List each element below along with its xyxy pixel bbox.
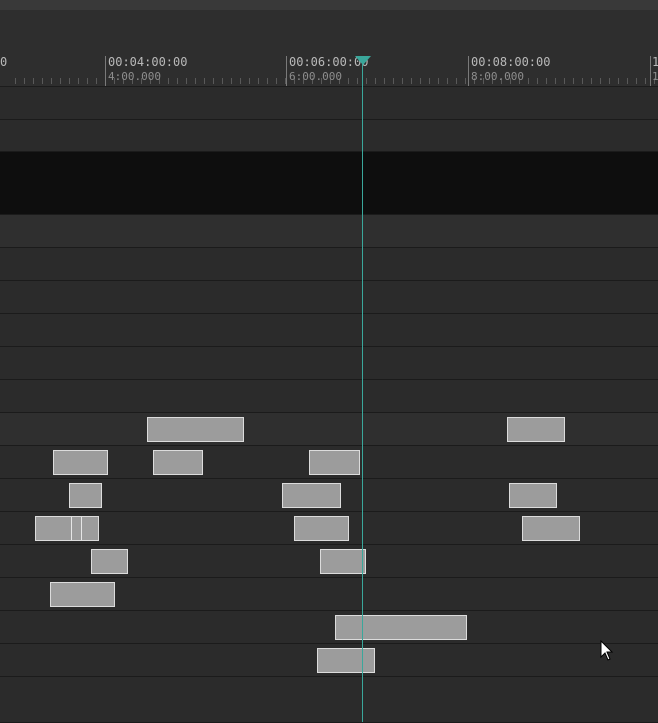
ruler-major-tick — [105, 56, 106, 86]
ruler-minor-tick — [465, 78, 466, 84]
ruler-minor-tick — [15, 78, 16, 84]
ruler-minor-tick — [600, 78, 601, 84]
media-clip[interactable] — [522, 516, 580, 541]
ruler-minor-tick — [249, 78, 250, 84]
ruler-minor-tick — [402, 78, 403, 84]
media-clip[interactable] — [294, 516, 349, 541]
ruler-minor-tick — [420, 78, 421, 84]
track-row[interactable] — [0, 120, 658, 152]
ruler-minor-tick — [276, 78, 277, 84]
media-clip[interactable] — [282, 483, 341, 508]
ruler-minor-tick — [537, 78, 538, 84]
timeline-ruler[interactable]: 0 00:04:00:00 4:00.000 00:06:00:00 6:00.… — [0, 10, 658, 87]
ruler-minor-tick — [375, 78, 376, 84]
ruler-minor-tick — [636, 78, 637, 84]
ruler-minor-tick — [627, 78, 628, 84]
ruler-minor-tick — [33, 78, 34, 84]
ruler-minor-tick — [357, 78, 358, 84]
playhead-line[interactable] — [362, 62, 363, 722]
media-clip[interactable] — [69, 483, 102, 508]
track-row[interactable] — [0, 380, 658, 413]
track-row[interactable] — [0, 281, 658, 314]
ruler-minor-tick — [24, 78, 25, 84]
ruler-minor-tick — [240, 78, 241, 84]
ruler-minor-tick — [213, 78, 214, 84]
ruler-minor-tick — [195, 78, 196, 84]
media-clip[interactable] — [35, 516, 99, 541]
media-clip[interactable] — [507, 417, 565, 442]
ruler-sublabel-8min: 8:00.000 — [471, 70, 524, 83]
ruler-minor-tick — [564, 78, 565, 84]
track-row[interactable] — [0, 677, 658, 723]
ruler-minor-tick — [582, 78, 583, 84]
ruler-major-tick — [650, 56, 651, 86]
ruler-minor-tick — [222, 78, 223, 84]
media-clip[interactable] — [147, 417, 244, 442]
ruler-minor-tick — [168, 78, 169, 84]
ruler-minor-tick — [78, 78, 79, 84]
ruler-minor-tick — [204, 78, 205, 84]
empty-track-row[interactable] — [0, 152, 658, 215]
ruler-sublabel-6min: 6:00.000 — [289, 70, 342, 83]
ruler-label-8min: 00:08:00:00 — [471, 55, 551, 69]
media-clip[interactable] — [153, 450, 203, 475]
track-row[interactable] — [0, 347, 658, 380]
media-clip[interactable] — [509, 483, 557, 508]
ruler-minor-tick — [348, 78, 349, 84]
ruler-minor-tick — [51, 78, 52, 84]
track-row[interactable] — [0, 611, 658, 644]
media-clip[interactable] — [335, 615, 467, 640]
ruler-minor-tick — [231, 78, 232, 84]
ruler-minor-tick — [573, 78, 574, 84]
media-clip[interactable] — [309, 450, 360, 475]
clip-split-marker — [71, 517, 72, 540]
ruler-minor-tick — [177, 78, 178, 84]
track-area[interactable] — [0, 87, 658, 723]
ruler-label-10min: 1 — [652, 55, 658, 69]
ruler-major-tick — [468, 56, 469, 86]
media-clip[interactable] — [320, 549, 366, 574]
media-clip[interactable] — [53, 450, 108, 475]
ruler-minor-tick — [366, 78, 367, 84]
ruler-minor-tick — [87, 78, 88, 84]
media-clip[interactable] — [50, 582, 115, 607]
ruler-minor-tick — [447, 78, 448, 84]
track-row[interactable] — [0, 215, 658, 248]
ruler-sublabel-4min: 4:00.000 — [108, 70, 161, 83]
ruler-minor-tick — [60, 78, 61, 84]
playhead-marker-icon[interactable] — [355, 56, 371, 65]
ruler-minor-tick — [69, 78, 70, 84]
ruler-minor-tick — [186, 78, 187, 84]
clip-split-marker — [81, 517, 82, 540]
ruler-label-4min: 00:04:00:00 — [108, 55, 188, 69]
track-row[interactable] — [0, 87, 658, 120]
ruler-minor-tick — [546, 78, 547, 84]
ruler-minor-tick — [411, 78, 412, 84]
ruler-minor-tick — [384, 78, 385, 84]
ruler-minor-tick — [618, 78, 619, 84]
ruler-minor-tick — [438, 78, 439, 84]
ruler-major-tick — [286, 56, 287, 86]
ruler-minor-tick — [555, 78, 556, 84]
track-row[interactable] — [0, 314, 658, 347]
ruler-minor-tick — [591, 78, 592, 84]
mouse-pointer-icon — [600, 639, 614, 666]
ruler-sublabel-10min: 1 — [652, 70, 658, 83]
ruler-minor-tick — [609, 78, 610, 84]
ruler-minor-tick — [258, 78, 259, 84]
ruler-minor-tick — [429, 78, 430, 84]
ruler-minor-tick — [267, 78, 268, 84]
ruler-minor-tick — [645, 78, 646, 84]
ruler-minor-tick — [96, 78, 97, 84]
ruler-label-0: 0 — [0, 55, 8, 69]
ruler-minor-tick — [42, 78, 43, 84]
ruler-minor-tick — [528, 78, 529, 84]
ruler-minor-tick — [456, 78, 457, 84]
media-clip[interactable] — [91, 549, 128, 574]
media-clip[interactable] — [317, 648, 375, 673]
ruler-minor-tick — [393, 78, 394, 84]
track-row[interactable] — [0, 248, 658, 281]
